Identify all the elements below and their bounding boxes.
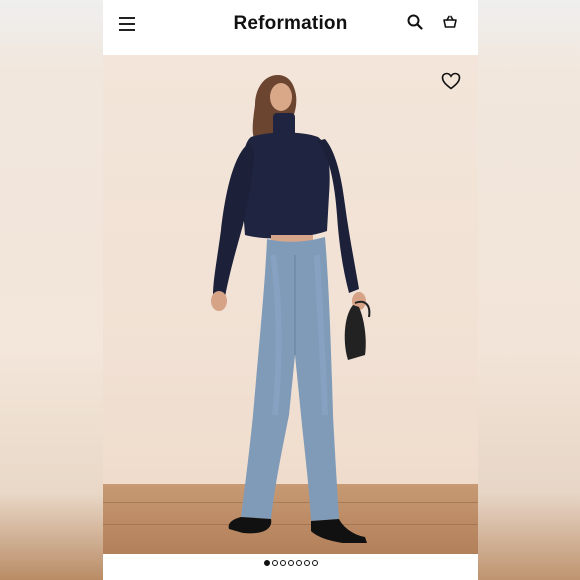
carousel-dot[interactable] <box>311 560 318 566</box>
carousel-dot[interactable] <box>287 560 294 566</box>
product-image[interactable] <box>103 55 478 554</box>
top-header: Reformation <box>103 0 478 55</box>
carousel-dot[interactable] <box>303 560 310 566</box>
search-icon[interactable] <box>407 14 423 30</box>
carousel-dot[interactable] <box>263 560 270 566</box>
backdrop-right <box>478 0 580 580</box>
heart-icon[interactable] <box>441 72 461 90</box>
phone-screen: Reformation <box>103 0 478 580</box>
backdrop-left <box>0 0 103 580</box>
carousel-dot[interactable] <box>295 560 302 566</box>
carousel-dot[interactable] <box>271 560 278 566</box>
bag-icon[interactable] <box>442 14 458 30</box>
model-figure <box>211 75 371 543</box>
carousel-dots <box>103 560 478 574</box>
carousel-dot[interactable] <box>279 560 286 566</box>
